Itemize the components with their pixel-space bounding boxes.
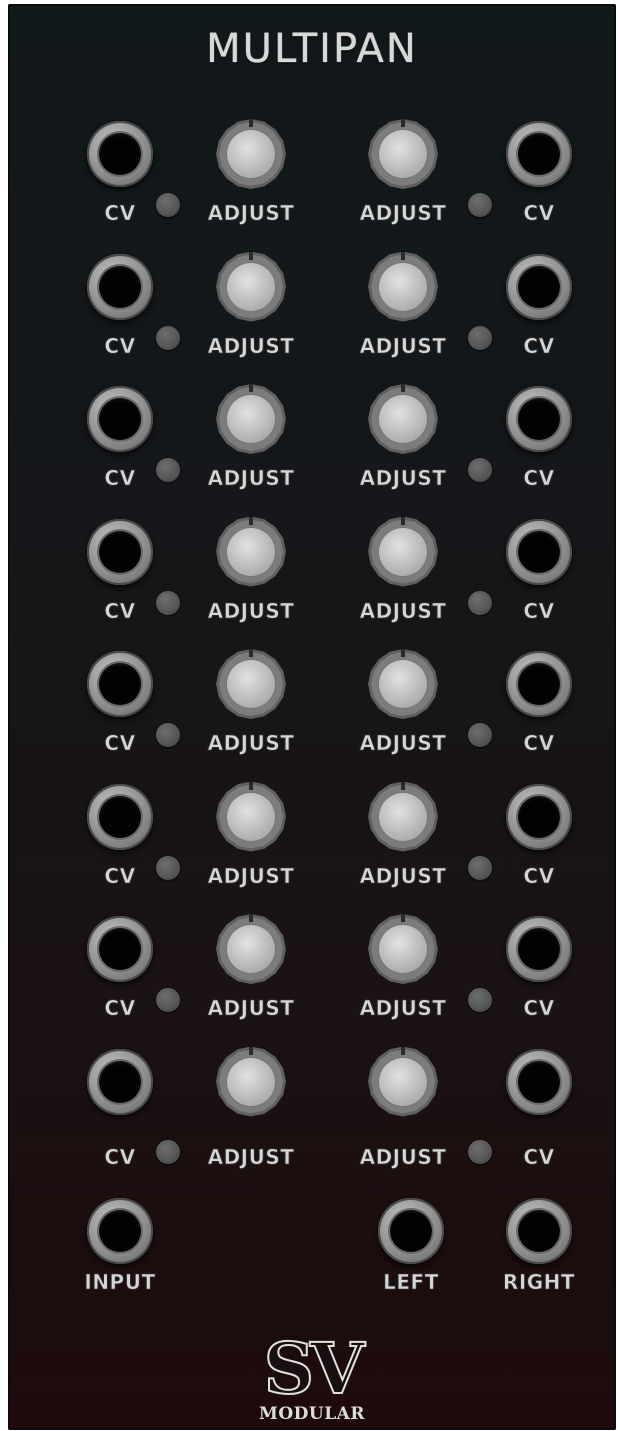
adjust-knob-left[interactable] — [216, 516, 286, 587]
input-label: INPUT — [84, 1270, 156, 1295]
cv-label-left: CV — [104, 996, 136, 1021]
adjust-label-right: ADJUST — [359, 996, 447, 1021]
knob-indicator-tick — [249, 914, 253, 922]
module-panel: MULTIPAN CV ADJUST ADJUST CV CV ADJUST ADJUST C… — [8, 4, 616, 1430]
cv-input-jack-right[interactable] — [506, 1048, 572, 1115]
cv-label-right: CV — [523, 996, 555, 1021]
logo-sv: SV — [263, 1327, 366, 1410]
knob-indicator-tick — [401, 914, 405, 922]
adjust-label-left: ADJUST — [207, 1144, 295, 1169]
adjust-knob-right[interactable] — [368, 1046, 438, 1117]
input-jack[interactable] — [87, 1198, 153, 1264]
knob-indicator-tick — [401, 251, 405, 260]
right-output-jack[interactable] — [506, 1198, 572, 1264]
cv-input-jack-left[interactable] — [87, 121, 153, 187]
cv-input-jack-left[interactable] — [87, 783, 153, 850]
adjust-knob-right[interactable] — [368, 649, 438, 719]
cv-label-left: CV — [104, 731, 136, 756]
cv-input-jack-left[interactable] — [87, 386, 153, 452]
adjust-label-left: ADJUST — [207, 598, 295, 623]
adjust-knob-left[interactable] — [216, 384, 286, 454]
cv-label-right: CV — [523, 333, 555, 358]
knob-indicator-tick — [401, 649, 405, 657]
knob-indicator-tick — [401, 384, 405, 392]
knob-indicator-tick — [249, 649, 253, 657]
cv-input-jack-left[interactable] — [87, 916, 153, 982]
adjust-knob-right[interactable] — [368, 516, 438, 587]
cv-input-jack-right[interactable] — [506, 253, 572, 320]
adjust-knob-left[interactable] — [216, 119, 286, 189]
adjust-knob-right[interactable] — [368, 119, 438, 189]
brand-logo: SV MODULAR — [8, 1327, 616, 1425]
cv-input-jack-right[interactable] — [506, 386, 572, 452]
knob-indicator-tick — [249, 384, 253, 392]
module-title: MULTIPAN — [206, 26, 418, 72]
knob-indicator-tick — [249, 516, 253, 525]
cv-input-jack-left[interactable] — [87, 1048, 153, 1115]
adjust-label-right: ADJUST — [359, 1144, 447, 1169]
cv-label-right: CV — [523, 731, 555, 756]
adjust-label-left: ADJUST — [207, 731, 295, 756]
knob-indicator-tick — [401, 781, 405, 790]
cv-input-jack-right[interactable] — [506, 651, 572, 717]
left-label: LEFT — [383, 1270, 439, 1295]
cv-label-right: CV — [523, 201, 555, 226]
adjust-knob-right[interactable] — [368, 914, 438, 984]
adjust-label-right: ADJUST — [359, 863, 447, 888]
adjust-knob-right[interactable] — [368, 384, 438, 454]
cv-input-jack-right[interactable] — [506, 121, 572, 187]
knob-indicator-tick — [249, 119, 253, 127]
adjust-label-right: ADJUST — [359, 466, 447, 491]
adjust-knob-left[interactable] — [216, 914, 286, 984]
cv-input-jack-right[interactable] — [506, 783, 572, 850]
adjust-label-left: ADJUST — [207, 333, 295, 358]
cv-input-jack-left[interactable] — [87, 518, 153, 585]
cv-label-left: CV — [104, 466, 136, 491]
left-output-jack[interactable] — [378, 1198, 444, 1264]
adjust-knob-left[interactable] — [216, 781, 286, 852]
adjust-knob-left[interactable] — [216, 649, 286, 719]
cv-label-left: CV — [104, 863, 136, 888]
cv-label-left: CV — [104, 1144, 136, 1169]
knob-indicator-tick — [249, 781, 253, 790]
knob-indicator-tick — [401, 516, 405, 525]
logo-subtitle: MODULAR — [259, 1404, 365, 1424]
adjust-label-right: ADJUST — [359, 731, 447, 756]
right-label: RIGHT — [502, 1270, 576, 1295]
adjust-knob-left[interactable] — [216, 1046, 286, 1117]
adjust-label-left: ADJUST — [207, 201, 295, 226]
cv-label-left: CV — [104, 201, 136, 226]
adjust-label-right: ADJUST — [359, 333, 447, 358]
cv-label-right: CV — [523, 1144, 555, 1169]
adjust-knob-left[interactable] — [216, 251, 286, 322]
adjust-knob-right[interactable] — [368, 251, 438, 322]
cv-label-left: CV — [104, 598, 136, 623]
cv-label-right: CV — [523, 466, 555, 491]
cv-label-right: CV — [523, 863, 555, 888]
knob-indicator-tick — [249, 251, 253, 260]
adjust-label-right: ADJUST — [359, 201, 447, 226]
knob-indicator-tick — [401, 119, 405, 127]
adjust-label-right: ADJUST — [359, 598, 447, 623]
cv-input-jack-left[interactable] — [87, 651, 153, 717]
adjust-label-left: ADJUST — [207, 863, 295, 888]
cv-label-right: CV — [523, 598, 555, 623]
cv-input-jack-left[interactable] — [87, 253, 153, 320]
adjust-knob-right[interactable] — [368, 781, 438, 852]
cv-input-jack-right[interactable] — [506, 518, 572, 585]
cv-input-jack-right[interactable] — [506, 916, 572, 982]
knob-indicator-tick — [249, 1046, 253, 1055]
adjust-label-left: ADJUST — [207, 466, 295, 491]
knob-indicator-tick — [401, 1046, 405, 1055]
adjust-label-left: ADJUST — [207, 996, 295, 1021]
cv-label-left: CV — [104, 333, 136, 358]
